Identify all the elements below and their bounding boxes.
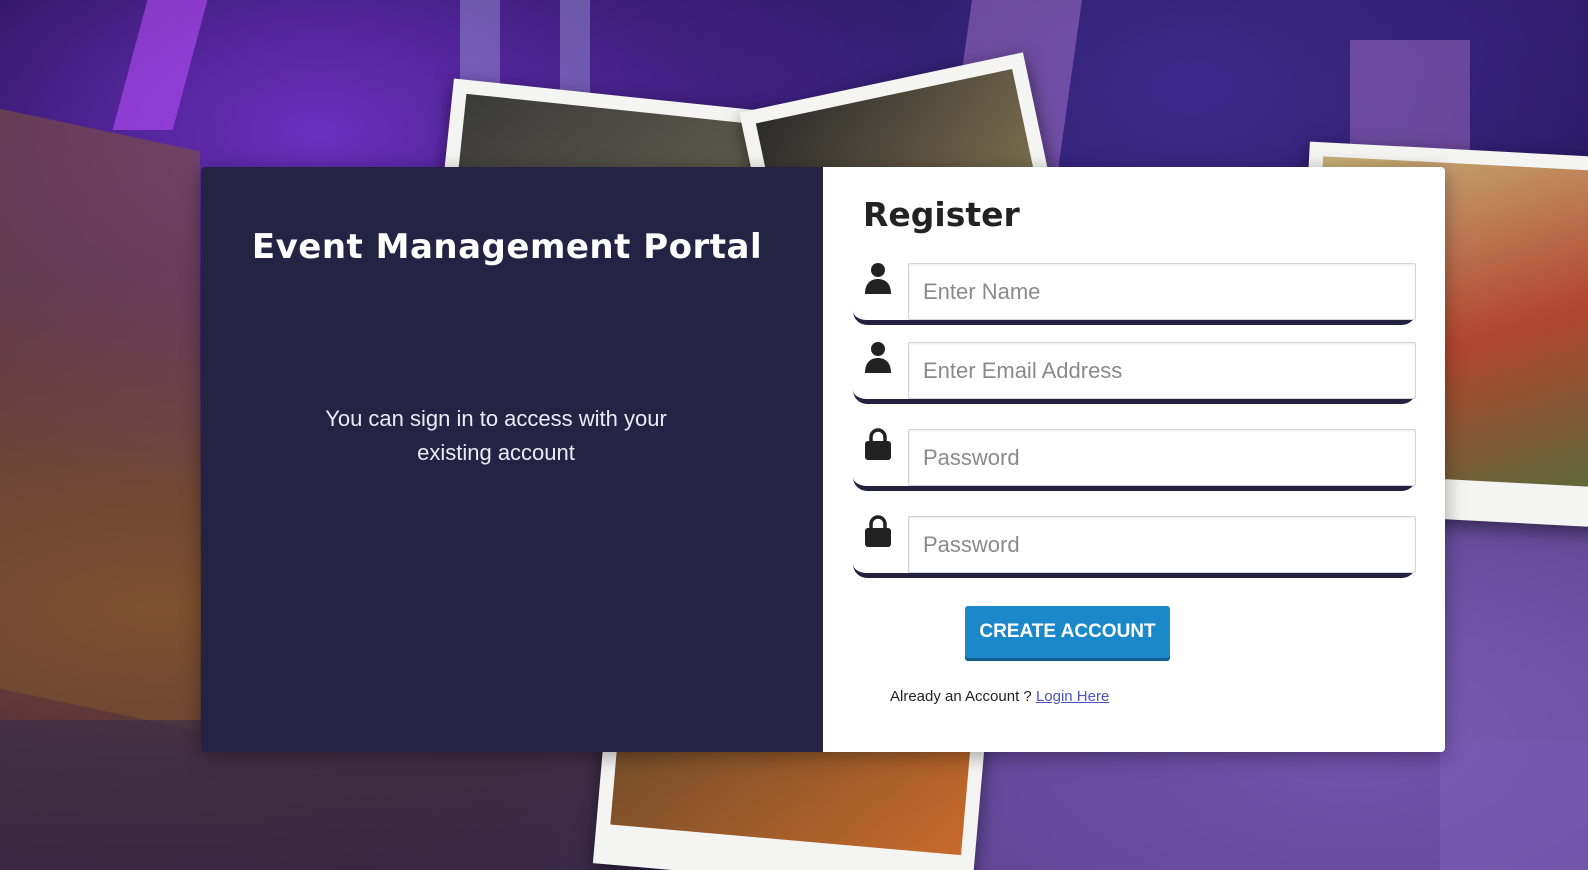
info-panel: Event Management Portal You can sign in …: [201, 167, 823, 752]
confirm-password-input[interactable]: [908, 516, 1416, 573]
email-input[interactable]: [908, 342, 1416, 399]
lock-icon: [865, 515, 891, 547]
login-link[interactable]: Login Here: [1036, 688, 1109, 705]
portal-title: Event Management Portal: [251, 227, 763, 267]
lock-icon: [865, 428, 891, 460]
login-prompt: Already an Account ? Login Here: [890, 688, 1109, 705]
register-card: Event Management Portal You can sign in …: [201, 167, 1445, 752]
password-field: [853, 428, 1416, 491]
password-input[interactable]: [908, 429, 1416, 486]
user-icon: [865, 342, 891, 373]
name-input[interactable]: [908, 263, 1416, 320]
name-field: [853, 263, 1416, 325]
login-prompt-text: Already an Account ?: [890, 688, 1036, 705]
create-account-button[interactable]: CREATE ACCOUNT: [965, 606, 1170, 658]
register-panel: Register Enter Name Enter Email Address …: [823, 167, 1445, 752]
user-icon: [865, 263, 891, 294]
portal-subtitle: You can sign in to access with your exis…: [325, 406, 667, 465]
confirm-password-field: [853, 515, 1416, 578]
register-title: Register: [863, 195, 1020, 234]
email-field: [853, 342, 1416, 404]
